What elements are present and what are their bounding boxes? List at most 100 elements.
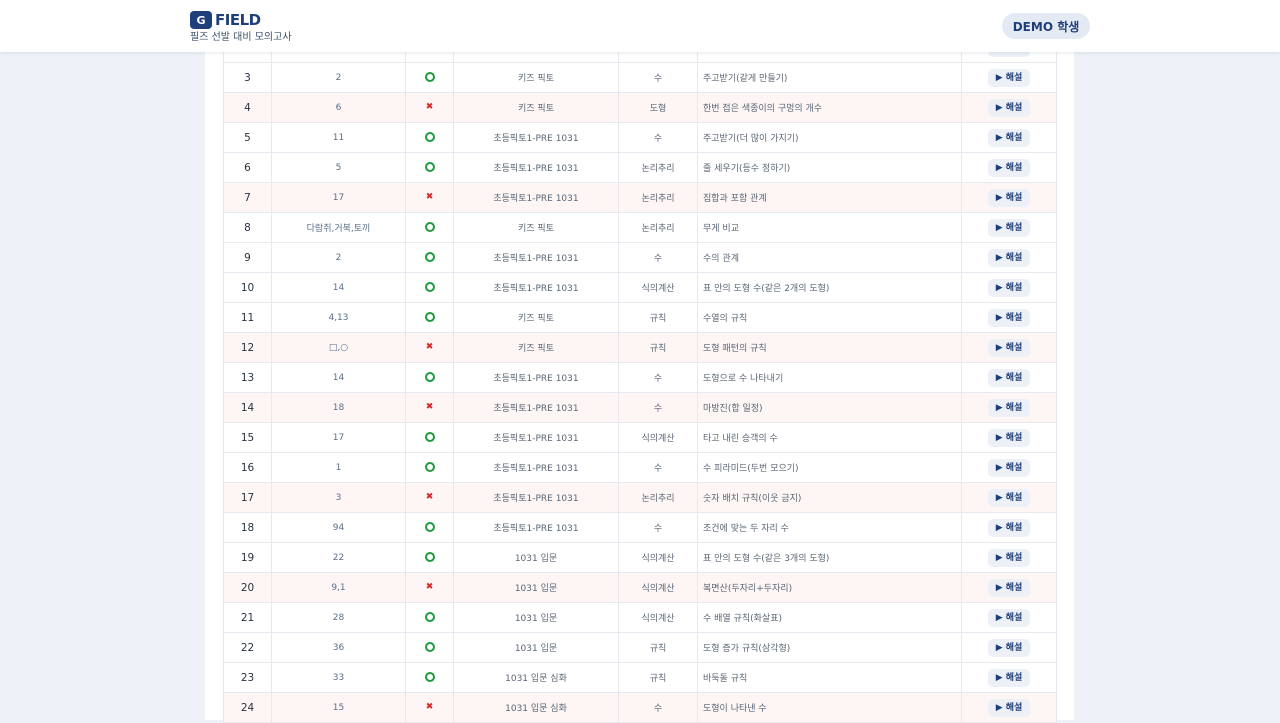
answer-cell: 14 [271, 272, 406, 303]
source-cell: 1031 입문 [453, 542, 619, 573]
correct-circle-icon [424, 642, 435, 653]
category-cell: 논리추리 [618, 482, 698, 513]
table-row: 13 14 초등픽토1-PRE 1031 수 도형으로 수 나타내기 ▶ 해설 [223, 362, 1057, 393]
explanation-button[interactable]: ▶ 해설 [988, 488, 1030, 507]
wrong-x-icon: ✖ [425, 342, 434, 353]
question-number-cell: 8 [223, 212, 272, 243]
explanation-button[interactable]: ▶ 해설 [988, 338, 1030, 357]
result-cell: ✖ [405, 692, 454, 723]
app-header: G FIELD 필즈 선발 대비 모의고사 DEMO 학생 [0, 0, 1280, 52]
question-number-cell: 4 [223, 92, 272, 123]
question-number-cell: 16 [223, 452, 272, 483]
explanation-button[interactable]: ▶ 해설 [988, 158, 1030, 177]
logo[interactable]: G FIELD [190, 11, 261, 29]
explanation-button[interactable]: ▶ 해설 [988, 548, 1030, 567]
explanation-button[interactable]: ▶ 해설 [988, 518, 1030, 537]
answer-cell: 36 [271, 632, 406, 663]
table-row: 22 36 1031 입문 규칙 도형 증가 규칙(삼각형) ▶ 해설 [223, 632, 1057, 663]
result-cell [405, 662, 454, 693]
category-cell: 수 [618, 242, 698, 273]
table-row: 21 28 1031 입문 식의계산 수 배열 규칙(화살표) ▶ 해설 [223, 602, 1057, 633]
question-number-cell: 12 [223, 332, 272, 363]
explanation-button[interactable]: ▶ 해설 [988, 578, 1030, 597]
answer-cell: 14 [271, 362, 406, 393]
explanation-button[interactable]: ▶ 해설 [988, 458, 1030, 477]
source-cell: 초등픽토1-PRE 1031 [453, 362, 619, 393]
correct-circle-icon [424, 372, 435, 383]
answer-cell: 94 [271, 512, 406, 543]
explanation-cell: ▶ 해설 [961, 242, 1057, 273]
table-row: 18 94 초등픽토1-PRE 1031 수 조건에 맞는 두 자리 수 ▶ 해설 [223, 512, 1057, 543]
description-cell: 바둑돌 규칙 [697, 662, 962, 693]
answer-cell: 4,13 [271, 302, 406, 333]
user-badge[interactable]: DEMO 학생 [1002, 13, 1090, 39]
explanation-button[interactable]: ▶ 해설 [988, 668, 1030, 687]
question-number-cell: 24 [223, 692, 272, 723]
source-cell: 1031 입문 [453, 572, 619, 603]
explanation-cell: ▶ 해설 [961, 212, 1057, 243]
explanation-button[interactable]: ▶ 해설 [988, 278, 1030, 297]
explanation-button[interactable]: ▶ 해설 [988, 68, 1030, 87]
description-cell: 수 배열 규칙(화살표) [697, 602, 962, 633]
explanation-button[interactable]: ▶ 해설 [988, 698, 1030, 717]
description-cell: 수열의 규칙 [697, 302, 962, 333]
explanation-cell: ▶ 해설 [961, 332, 1057, 363]
answer-cell: 1 [271, 452, 406, 483]
answer-cell: 2 [271, 62, 406, 93]
explanation-button[interactable]: ▶ 해설 [988, 608, 1030, 627]
category-cell: 논리추리 [618, 152, 698, 183]
description-cell: 줄 세우기(등수 정하기) [697, 152, 962, 183]
wrong-x-icon: ✖ [425, 702, 434, 713]
table-row: 19 22 1031 입문 식의계산 표 안의 도형 수(같은 3개의 도형) ▶ 해설 [223, 542, 1057, 573]
wrong-x-icon: ✖ [425, 582, 434, 593]
explanation-button[interactable]: ▶ 해설 [988, 128, 1030, 147]
category-cell: 수 [618, 62, 698, 93]
answer-cell: 6 [271, 92, 406, 123]
table-row: 16 1 초등픽토1-PRE 1031 수 수 피라미드(두번 모으기) ▶ 해설 [223, 452, 1057, 483]
result-cell: ✖ [405, 572, 454, 603]
description-cell: 표 안의 도형 수(같은 3개의 도형) [697, 542, 962, 573]
description-cell: 타고 내린 승객의 수 [697, 422, 962, 453]
question-number-cell: 23 [223, 662, 272, 693]
category-cell: 식의계산 [618, 542, 698, 573]
result-cell: ✖ [405, 482, 454, 513]
explanation-button[interactable]: ▶ 해설 [988, 308, 1030, 327]
answer-cell: 3 [271, 482, 406, 513]
explanation-button[interactable]: ▶ 해설 [988, 98, 1030, 117]
explanation-button[interactable]: ▶ 해설 [988, 218, 1030, 237]
explanation-button[interactable]: ▶ 해설 [988, 188, 1030, 207]
explanation-cell: ▶ 해설 [961, 482, 1057, 513]
result-cell [405, 122, 454, 153]
table-row: 9 2 초등픽토1-PRE 1031 수 수의 관계 ▶ 해설 [223, 242, 1057, 273]
category-cell: 규칙 [618, 332, 698, 363]
explanation-cell: ▶ 해설 [961, 602, 1057, 633]
table-row: 24 15 ✖ 1031 입문 심화 수 도형이 나타낸 수 ▶ 해설 [223, 692, 1057, 723]
description-cell: 도형 증가 규칙(삼각형) [697, 632, 962, 663]
wrong-x-icon: ✖ [425, 192, 434, 203]
explanation-cell: ▶ 해설 [961, 512, 1057, 543]
explanation-cell: ▶ 해설 [961, 692, 1057, 723]
description-cell: 마방진(합 일정) [697, 392, 962, 423]
explanation-button[interactable]: ▶ 해설 [988, 638, 1030, 657]
category-cell: 식의계산 [618, 422, 698, 453]
question-number-cell: 20 [223, 572, 272, 603]
wrong-x-icon: ✖ [425, 492, 434, 503]
table-row: 11 4,13 키즈 픽토 규칙 수열의 규칙 ▶ 해설 [223, 302, 1057, 333]
result-cell [405, 152, 454, 183]
explanation-button[interactable]: ▶ 해설 [988, 428, 1030, 447]
source-cell: 초등픽토1-PRE 1031 [453, 182, 619, 213]
result-cell: ✖ [405, 392, 454, 423]
question-number-cell: 18 [223, 512, 272, 543]
question-number-cell: 10 [223, 272, 272, 303]
category-cell: 논리추리 [618, 212, 698, 243]
explanation-cell: ▶ 해설 [961, 422, 1057, 453]
explanation-button[interactable]: ▶ 해설 [988, 248, 1030, 267]
answer-cell: □,○ [271, 332, 406, 363]
explanation-button[interactable]: ▶ 해설 [988, 398, 1030, 417]
result-cell [405, 242, 454, 273]
question-number-cell: 15 [223, 422, 272, 453]
result-cell: ✖ [405, 182, 454, 213]
result-cell [405, 212, 454, 243]
explanation-button[interactable]: ▶ 해설 [988, 368, 1030, 387]
category-cell: 규칙 [618, 302, 698, 333]
